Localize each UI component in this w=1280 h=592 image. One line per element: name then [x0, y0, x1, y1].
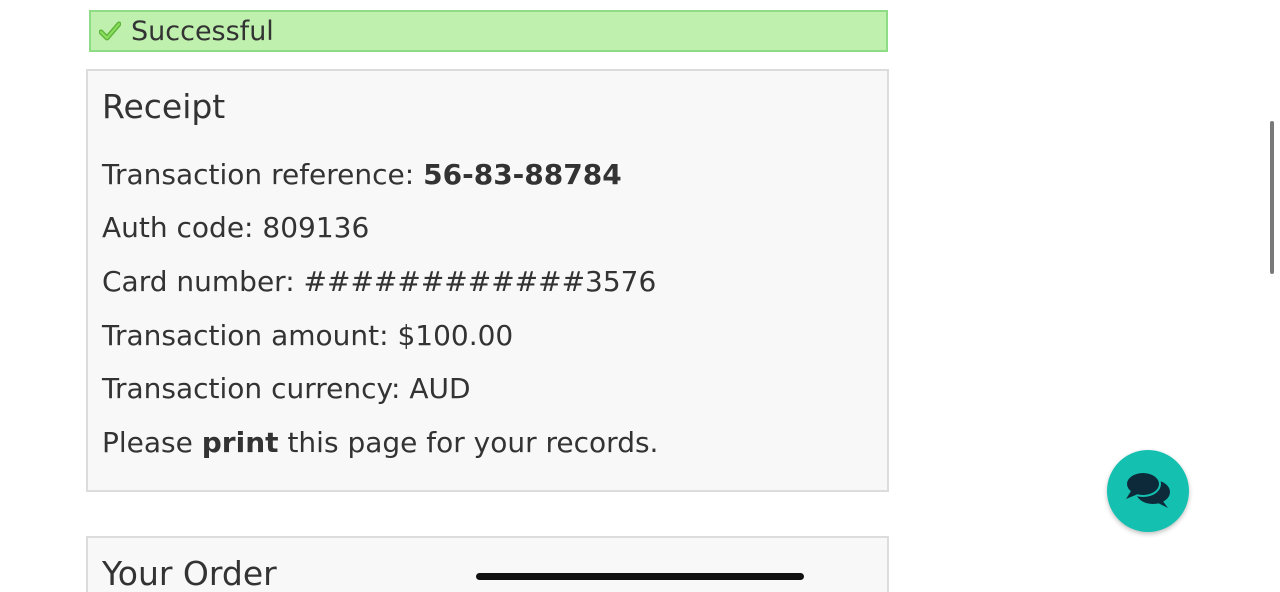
receipt-title: Receipt	[102, 87, 226, 126]
order-title: Your Order	[102, 554, 277, 592]
checkmark-icon	[99, 20, 121, 42]
print-notice-prefix: Please	[102, 426, 202, 459]
transaction-reference-label: Transaction reference:	[102, 158, 424, 191]
chat-button[interactable]	[1107, 450, 1189, 532]
transaction-reference-value: 56-83-88784	[423, 158, 622, 191]
print-notice-bold: print	[201, 426, 279, 459]
scrollbar[interactable]	[1270, 121, 1274, 274]
print-notice-suffix: this page for your records.	[278, 426, 659, 459]
transaction-reference-row: Transaction reference: 56-83-88784	[102, 158, 622, 191]
page: Successful Receipt Transaction reference…	[0, 0, 1280, 592]
order-panel: Your Order	[86, 536, 889, 592]
transaction-amount-row: Transaction amount: $100.00	[102, 319, 514, 352]
success-banner: Successful	[89, 10, 888, 52]
auth-code-row: Auth code: 809136	[102, 211, 370, 244]
chat-bubbles-icon	[1122, 467, 1174, 515]
status-text: Successful	[131, 15, 274, 47]
receipt-panel: Receipt Transaction reference: 56-83-887…	[86, 69, 889, 492]
card-number-row: Card number: ############3576	[102, 265, 657, 298]
transaction-currency-row: Transaction currency: AUD	[102, 372, 471, 405]
home-indicator[interactable]	[476, 573, 804, 580]
print-notice: Please print this page for your records.	[102, 426, 658, 459]
